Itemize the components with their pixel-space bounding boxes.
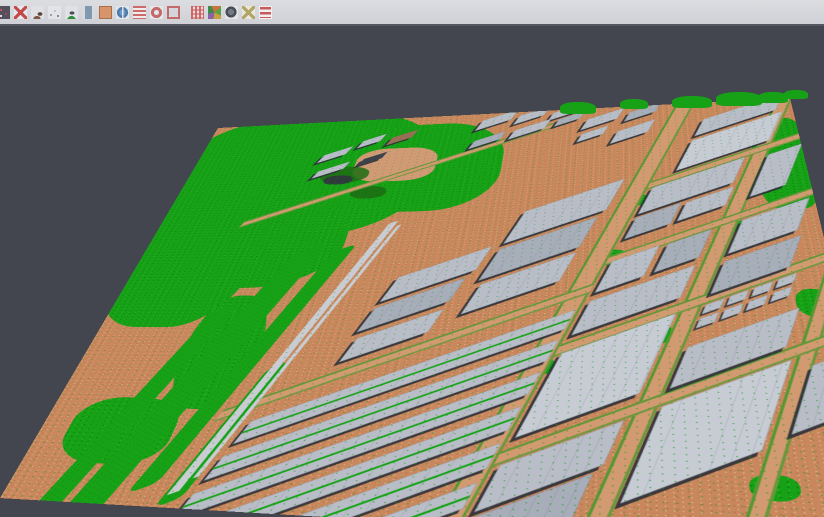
classification-palette-icon — [208, 6, 221, 19]
point-cloud-plane — [0, 98, 824, 517]
building — [745, 295, 768, 311]
toolbar-button-9[interactable] — [131, 3, 148, 21]
ground-fill-icon — [99, 6, 112, 19]
toolbar-button-2[interactable] — [12, 3, 29, 21]
terrain-green-icon — [65, 6, 78, 19]
terrain-brown-icon — [31, 6, 44, 19]
vegetation-silhouette — [560, 102, 596, 114]
building — [721, 303, 744, 319]
toolbar-button-1[interactable] — [0, 3, 12, 21]
toolbar-button-14[interactable] — [223, 3, 240, 21]
viewport-3d[interactable] — [0, 26, 824, 517]
toolbar-button-7[interactable] — [97, 3, 114, 21]
toolbar-button-3[interactable] — [29, 3, 46, 21]
toolbar-button-6[interactable] — [80, 3, 97, 21]
building — [696, 312, 720, 329]
toolbar-button-8[interactable] — [114, 3, 131, 21]
building — [610, 119, 656, 144]
toolbar-button-15[interactable] — [240, 3, 257, 21]
box-select-icon — [167, 6, 180, 19]
toolbar-button-12[interactable] — [189, 3, 206, 21]
profile-bars-icon — [259, 6, 272, 19]
toolbar — [0, 0, 824, 26]
building-column-icon — [82, 6, 95, 19]
building — [475, 109, 519, 131]
vegetation-silhouette — [672, 96, 712, 108]
globe-icon — [116, 6, 129, 19]
toolbar-buttons — [0, 3, 274, 21]
app-window — [0, 0, 824, 517]
point-cloud-icon — [0, 6, 10, 19]
toolbar-button-11[interactable] — [165, 3, 182, 21]
ring-select-icon — [150, 6, 163, 19]
vegetation-silhouette — [716, 92, 762, 106]
toolbar-button-5[interactable] — [63, 3, 80, 21]
grid-icon — [191, 6, 204, 19]
building — [770, 286, 792, 302]
layers-icon — [133, 6, 146, 19]
toolbar-button-13[interactable] — [206, 3, 223, 21]
sparse-points-icon — [48, 6, 61, 19]
toolbar-button-16[interactable] — [257, 3, 274, 21]
sphere-icon — [225, 6, 238, 19]
toolbar-button-4[interactable] — [46, 3, 63, 21]
vegetation-silhouette — [784, 90, 808, 99]
toolbar-separator — [182, 3, 189, 21]
cross-marker-icon — [14, 6, 27, 19]
cross-tan-icon — [242, 6, 255, 19]
toolbar-button-10[interactable] — [148, 3, 165, 21]
vegetation-silhouette — [620, 99, 648, 109]
